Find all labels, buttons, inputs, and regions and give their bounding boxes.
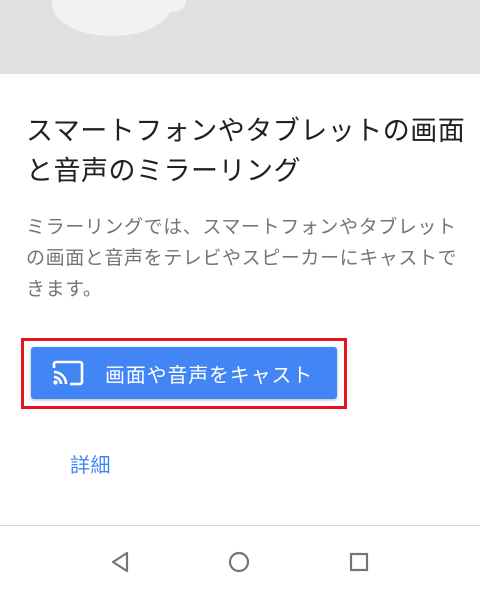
device-illustration-icon bbox=[52, 0, 186, 36]
details-link[interactable]: 詳細 bbox=[70, 449, 111, 478]
navigation-bar bbox=[0, 526, 480, 597]
back-button[interactable] bbox=[104, 546, 136, 578]
cast-screen-button[interactable]: 画面や音声をキャスト bbox=[31, 347, 337, 399]
home-button[interactable] bbox=[223, 546, 255, 578]
back-icon bbox=[111, 551, 129, 573]
recent-apps-button[interactable] bbox=[343, 546, 375, 578]
mirroring-description: ミラーリングでは、スマートフォンやタブレットの画面と音声をテレビやスピーカーにキ… bbox=[26, 216, 458, 300]
screen: スマートフォンやタブレットの画面と音声のミラーリング ミラーリングでは、スマート… bbox=[0, 0, 480, 597]
hero-illustration bbox=[0, 0, 480, 74]
home-icon bbox=[228, 551, 250, 573]
page-title: スマートフォンやタブレットの画面と音声のミラーリング bbox=[26, 116, 466, 187]
recent-apps-icon bbox=[349, 552, 369, 572]
cast-button-label: 画面や音声をキャスト bbox=[105, 364, 313, 387]
cast-icon bbox=[51, 359, 85, 387]
